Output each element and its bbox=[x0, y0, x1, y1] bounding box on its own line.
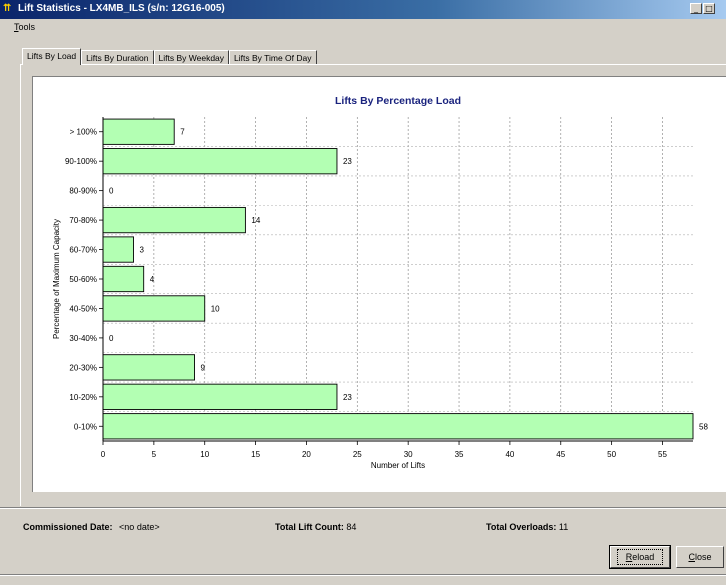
bar bbox=[102, 413, 694, 440]
total-lift-count: Total Lift Count: 84 bbox=[275, 522, 356, 532]
close-button[interactable]: Close bbox=[676, 546, 724, 568]
reload-label: eload bbox=[632, 552, 655, 562]
chart-title: Lifts By Percentage Load bbox=[335, 95, 461, 107]
y-tick-label: 20-30% bbox=[69, 363, 97, 372]
x-tick-label: 15 bbox=[251, 450, 260, 459]
lift-icon: ⇈ bbox=[3, 3, 12, 14]
bar bbox=[102, 148, 338, 175]
data-label: 58 bbox=[699, 422, 708, 431]
data-label: 23 bbox=[343, 393, 352, 402]
commissioned-date-value: <no date> bbox=[119, 522, 160, 532]
minimize-button[interactable]: _ bbox=[690, 3, 702, 14]
restore-button[interactable]: □ bbox=[703, 3, 715, 14]
x-tick-label: 5 bbox=[152, 450, 157, 459]
data-label: 23 bbox=[343, 157, 352, 166]
close-label: lose bbox=[694, 552, 712, 562]
bar bbox=[102, 236, 134, 263]
bar bbox=[102, 206, 246, 234]
data-label: 9 bbox=[201, 363, 206, 372]
data-label: 14 bbox=[251, 216, 260, 225]
x-tick-label: 30 bbox=[404, 450, 413, 459]
data-label: 10 bbox=[211, 304, 220, 313]
data-label: 3 bbox=[140, 246, 145, 255]
tab-lifts-by-duration[interactable]: Lifts By Duration bbox=[81, 50, 154, 65]
y-axis-label: Percentage of Maximum Capacity bbox=[52, 219, 61, 339]
data-label: 4 bbox=[150, 275, 155, 284]
y-tick-label: 10-20% bbox=[69, 393, 97, 402]
bar-chart: Lifts By Percentage Load 7 > 100% 23 90-100%… bbox=[52, 95, 708, 470]
tab-lifts-by-time-of-day[interactable]: Lifts By Time Of Day bbox=[229, 50, 317, 65]
data-label: 0 bbox=[109, 334, 114, 343]
tab-lifts-by-load[interactable]: Lifts By Load bbox=[22, 48, 82, 65]
y-tick-label: 80-90% bbox=[69, 187, 97, 196]
menu-tools-label: ools bbox=[18, 22, 36, 32]
total-lift-count-label: Total Lift Count: bbox=[275, 522, 344, 532]
y-tick-label: 0-10% bbox=[74, 422, 97, 431]
bar bbox=[102, 295, 206, 322]
x-tick-label: 40 bbox=[505, 450, 514, 459]
total-overloads: Total Overloads: 11 bbox=[486, 522, 568, 532]
total-overloads-value: 11 bbox=[558, 522, 569, 532]
total-lift-count-value: 84 bbox=[346, 522, 357, 532]
tab-lifts-by-weekday[interactable]: Lifts By Weekday bbox=[153, 50, 230, 65]
bar bbox=[102, 383, 338, 410]
x-tick-label: 35 bbox=[455, 450, 464, 459]
x-tick-label: 20 bbox=[302, 450, 311, 459]
total-overloads-label: Total Overloads: bbox=[486, 522, 557, 532]
y-tick-label: 70-80% bbox=[69, 216, 97, 225]
data-label: 0 bbox=[109, 187, 114, 196]
menu-tools[interactable]: Tools bbox=[14, 22, 35, 32]
bottom-edge bbox=[0, 574, 726, 585]
menu-bar: Tools bbox=[0, 20, 726, 36]
y-tick-label: > 100% bbox=[70, 128, 97, 137]
reload-button[interactable]: Reload bbox=[609, 545, 671, 569]
x-tick-label: 25 bbox=[353, 450, 362, 459]
y-tick-label: 90-100% bbox=[65, 157, 97, 166]
x-axis-label: Number of Lifts bbox=[371, 461, 425, 470]
commissioned-date: Commissioned Date: <no date> bbox=[23, 522, 160, 532]
bar bbox=[102, 265, 145, 293]
commissioned-date-label: Commissioned Date: bbox=[23, 522, 113, 532]
bar bbox=[102, 118, 175, 145]
y-tick-label: 50-60% bbox=[69, 275, 97, 284]
title-bar[interactable]: ⇈ Lift Statistics - LX4MB_ILS (s/n: 12G1… bbox=[0, 0, 726, 19]
data-label: 7 bbox=[180, 128, 185, 137]
x-tick-label: 55 bbox=[658, 450, 667, 459]
bar bbox=[102, 354, 196, 381]
x-tick-label: 50 bbox=[607, 450, 616, 459]
y-tick-label: 30-40% bbox=[69, 334, 97, 343]
chart-area: Lifts By Percentage Load 7 > 100% 23 90-100%… bbox=[32, 76, 726, 492]
status-bar: Commissioned Date: <no date> Total Lift … bbox=[0, 507, 726, 534]
y-tick-label: 40-50% bbox=[69, 304, 97, 313]
window-title: Lift Statistics - LX4MB_ILS (s/n: 12G16-… bbox=[18, 3, 225, 14]
x-tick-label: 10 bbox=[200, 450, 209, 459]
x-tick-label: 45 bbox=[556, 450, 565, 459]
tab-strip: Lifts By Load Lifts By Duration Lifts By… bbox=[22, 48, 317, 65]
y-tick-label: 60-70% bbox=[69, 246, 97, 255]
x-tick-label: 0 bbox=[101, 450, 106, 459]
